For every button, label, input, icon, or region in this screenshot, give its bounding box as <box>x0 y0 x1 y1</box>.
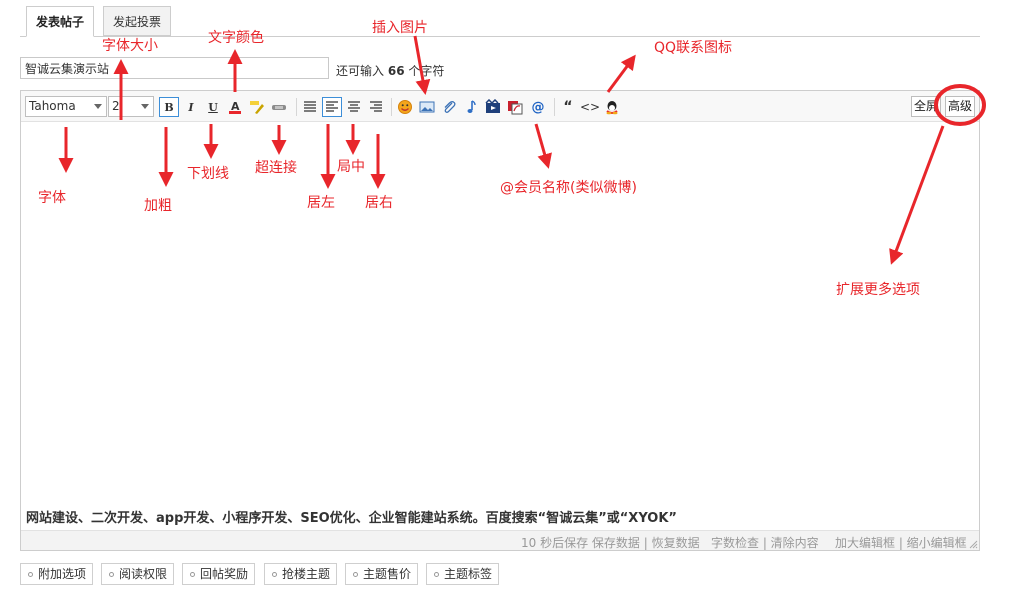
insert-flash-button[interactable] <box>505 97 525 117</box>
option-label: 回帖奖励 <box>200 567 249 581</box>
autosave-status[interactable]: 10 秒后保存 保存数据 | 恢复数据 <box>521 534 700 551</box>
bullet-icon <box>28 572 33 577</box>
option-label: 附加选项 <box>38 567 87 581</box>
annotation-qq-icon: QQ联系图标 <box>654 40 733 56</box>
toolbar-divider <box>391 98 392 116</box>
font-family-value: Tahoma <box>29 99 76 113</box>
align-justify-button[interactable] <box>300 97 320 117</box>
arrow-qq <box>606 54 636 93</box>
counter-number: 66 <box>387 64 405 78</box>
annotation-at-member: @会员名称(类似微博) <box>500 180 637 196</box>
editor-toolbar: Tahoma 2 B I U A @ “ <> 全屏 高级 <box>21 91 979 122</box>
attachment-button[interactable] <box>439 97 459 117</box>
resize-editor-actions[interactable]: 加大编辑框 | 缩小编辑框 <box>835 534 967 551</box>
tab-new-post[interactable]: 发表帖子 <box>26 6 95 37</box>
annotation-bold: 加粗 <box>144 198 172 214</box>
option-price[interactable]: 主题售价 <box>345 563 419 585</box>
underline-button[interactable]: U <box>203 97 223 117</box>
smiley-icon <box>398 100 412 114</box>
paperclip-icon <box>444 101 456 113</box>
annotation-insert-image: 插入图片 <box>372 20 428 36</box>
option-read-permission[interactable]: 阅读权限 <box>101 563 175 585</box>
chevron-down-icon <box>141 104 149 109</box>
chevron-down-icon <box>94 104 102 109</box>
music-note-icon <box>467 100 476 113</box>
bullet-icon <box>272 572 277 577</box>
qq-icon <box>606 101 618 115</box>
annotation-align-right: 居右 <box>365 195 393 211</box>
toolbar-divider <box>296 98 297 116</box>
option-extra[interactable]: 附加选项 <box>20 563 94 585</box>
align-left-button[interactable] <box>322 97 342 117</box>
editor-content[interactable]: 网站建设、二次开发、app开发、小程序开发、SEO优化、企业智能建站系统。百度搜… <box>26 507 677 526</box>
annotation-align-center: 局中 <box>337 159 365 175</box>
quote-button[interactable]: “ <box>558 97 578 117</box>
code-button[interactable]: <> <box>580 97 600 117</box>
rich-text-editor: Tahoma 2 B I U A @ “ <> 全屏 高级 网站建设、二次开发、… <box>20 90 980 551</box>
annotation-align-left: 居左 <box>307 195 335 211</box>
align-right-button[interactable] <box>366 97 386 117</box>
tab-new-poll[interactable]: 发起投票 <box>103 6 172 36</box>
font-size-select[interactable]: 2 <box>108 96 154 117</box>
smiley-button[interactable] <box>395 97 415 117</box>
font-size-value: 2 <box>112 99 120 113</box>
option-floor-grab[interactable]: 抢楼主题 <box>264 563 338 585</box>
italic-button[interactable]: I <box>181 97 201 117</box>
option-label: 抢楼主题 <box>282 567 331 581</box>
annotation-text-color: 文字颜色 <box>208 30 264 46</box>
insert-image-button[interactable] <box>417 97 437 117</box>
bullet-icon <box>353 572 358 577</box>
text-color-icon: A <box>229 100 241 114</box>
highlighter-icon <box>250 101 264 114</box>
option-tags[interactable]: 主题标签 <box>426 563 500 585</box>
align-center-button[interactable] <box>344 97 364 117</box>
fullscreen-button[interactable]: 全屏 <box>911 96 942 117</box>
video-icon <box>485 99 500 113</box>
counter-prefix: 还可输入 <box>336 64 385 78</box>
resize-grip-icon[interactable] <box>968 539 978 549</box>
align-left-icon <box>326 101 338 112</box>
background-color-button[interactable] <box>247 97 267 117</box>
annotation-hyperlink: 超连接 <box>255 160 297 176</box>
insert-video-button[interactable] <box>483 97 503 117</box>
counter-suffix: 个字符 <box>408 64 445 78</box>
bullet-icon <box>109 572 114 577</box>
editor-statusbar: 10 秒后保存 保存数据 | 恢复数据 字数检查 | 清除内容 加大编辑框 | … <box>21 530 979 550</box>
align-right-icon <box>370 101 382 112</box>
font-family-select[interactable]: Tahoma <box>25 96 107 117</box>
image-icon <box>419 101 435 113</box>
option-label: 主题售价 <box>363 567 412 581</box>
word-count-actions[interactable]: 字数检查 | 清除内容 <box>711 534 819 551</box>
annotation-font-size: 字体大小 <box>102 38 158 54</box>
annotation-underline: 下划线 <box>187 166 229 182</box>
qq-button[interactable] <box>602 97 622 117</box>
align-justify-icon <box>304 101 316 112</box>
at-member-button[interactable]: @ <box>528 97 548 117</box>
align-center-icon <box>348 101 360 112</box>
advanced-button[interactable]: 高级 <box>945 96 976 117</box>
annotation-font: 字体 <box>38 190 66 206</box>
hyperlink-button[interactable] <box>269 97 289 117</box>
subject-input[interactable] <box>20 57 329 79</box>
post-tabs: 发表帖子 发起投票 <box>20 6 980 37</box>
bullet-icon <box>434 572 439 577</box>
option-reply-reward[interactable]: 回帖奖励 <box>182 563 256 585</box>
text-color-button[interactable]: A <box>225 97 245 117</box>
option-label: 阅读权限 <box>119 567 168 581</box>
toolbar-divider <box>554 98 555 116</box>
option-label: 主题标签 <box>444 567 493 581</box>
link-icon <box>272 105 286 110</box>
bold-button[interactable]: B <box>159 97 179 117</box>
flash-icon <box>508 101 523 115</box>
insert-audio-button[interactable] <box>461 97 481 117</box>
subject-char-counter: 还可输入 66 个字符 <box>336 62 444 79</box>
bullet-icon <box>190 572 195 577</box>
annotation-more-options: 扩展更多选项 <box>836 282 920 298</box>
